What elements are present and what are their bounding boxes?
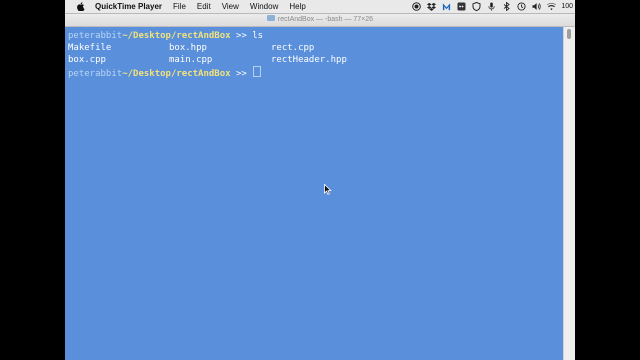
time-machine-icon[interactable]: [517, 2, 526, 11]
file-name: main.cpp: [169, 55, 213, 65]
file-name: rectHeader.hpp: [271, 55, 347, 65]
record-icon[interactable]: [412, 2, 422, 11]
menu-help[interactable]: Help: [289, 0, 305, 13]
status-tray: 100: [406, 0, 573, 13]
prompt-path: ~/Desktop/rectAndBox: [122, 31, 231, 41]
malwarebytes-icon[interactable]: [442, 2, 451, 11]
terminal-title-bar[interactable]: rectAndBox — -bash — 77×26: [65, 14, 575, 27]
battery-percent[interactable]: 100: [561, 3, 573, 10]
text-cursor: [253, 66, 262, 77]
terminal-body[interactable]: peterabbit~/Desktop/rectAndBox >> ls Mak…: [65, 27, 563, 360]
menu-view[interactable]: View: [222, 0, 239, 13]
microphone-icon[interactable]: [487, 2, 496, 11]
prompt-symbol: >>: [235, 69, 247, 79]
volume-icon[interactable]: [532, 2, 541, 11]
file-name: box.cpp: [68, 55, 106, 65]
apple-logo-icon[interactable]: [76, 2, 85, 11]
lastpass-icon[interactable]: [457, 2, 466, 11]
wifi-icon[interactable]: [547, 2, 557, 11]
menu-edit[interactable]: Edit: [197, 0, 211, 13]
vpn-shield-icon[interactable]: [472, 2, 481, 11]
menu-app-name[interactable]: QuickTime Player: [95, 0, 162, 13]
command-text: ls: [252, 31, 264, 41]
prompt-symbol: >>: [235, 31, 247, 41]
window-title: rectAndBox — -bash — 77×26: [277, 16, 374, 23]
file-name: rect.cpp: [271, 43, 315, 53]
menu-file[interactable]: File: [173, 0, 186, 13]
mouse-pointer-icon: [324, 184, 332, 195]
screen: QuickTime Player File Edit View Window H…: [65, 0, 575, 360]
menu-bar: QuickTime Player File Edit View Window H…: [65, 0, 575, 14]
folder-icon: [266, 15, 275, 22]
scroll-thumb[interactable]: [567, 29, 571, 39]
dropbox-icon[interactable]: [427, 2, 437, 11]
bluetooth-icon[interactable]: [502, 2, 511, 11]
prompt-line-1: peterabbit~/Desktop/rectAndBox >> ls: [68, 30, 263, 42]
file-name: box.hpp: [169, 43, 207, 53]
prompt-line-2: peterabbit~/Desktop/rectAndBox >>: [68, 66, 262, 80]
prompt-user: peterabbit: [68, 31, 123, 41]
menu-window[interactable]: Window: [250, 0, 278, 13]
prompt-path: ~/Desktop/rectAndBox: [122, 69, 231, 79]
terminal-scrollbar[interactable]: [563, 27, 575, 360]
prompt-user: peterabbit: [68, 69, 123, 79]
file-name: Makefile: [68, 43, 112, 53]
